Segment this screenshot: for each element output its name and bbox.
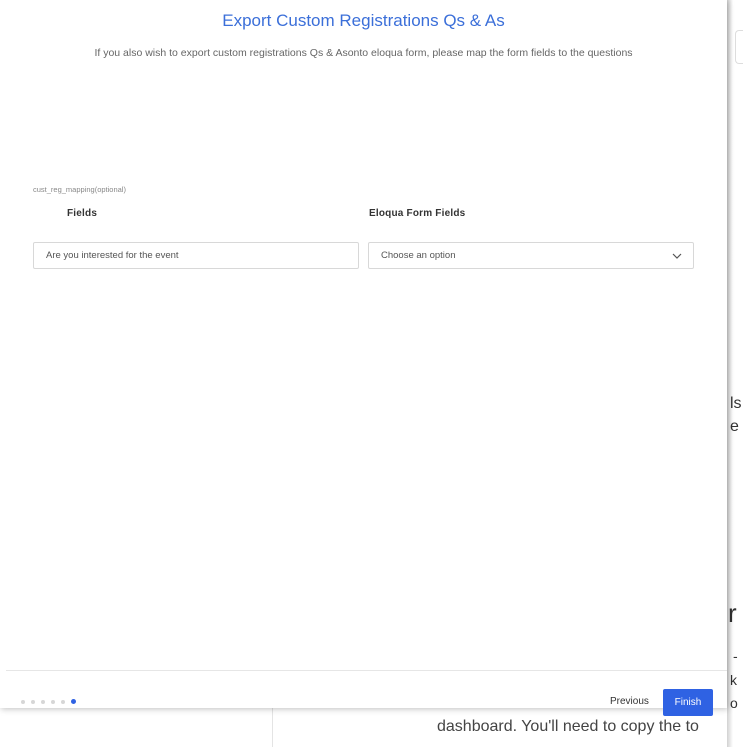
footer-divider xyxy=(6,670,727,671)
background-text-line: dashboard. You'll need to copy the to xyxy=(437,718,699,735)
step-dot xyxy=(31,699,35,704)
step-indicator xyxy=(21,699,76,704)
previous-button[interactable]: Previous xyxy=(603,690,656,714)
select-value: Choose an option xyxy=(381,250,456,261)
modal-subtitle: If you also wish to export custom regist… xyxy=(94,47,633,59)
step-dot-active xyxy=(71,699,76,704)
modal-shadow xyxy=(727,0,743,747)
export-modal: Export Custom Registrations Qs & As If y… xyxy=(0,0,727,716)
eloqua-field-select[interactable]: Choose an option xyxy=(368,242,694,269)
question-field-input[interactable] xyxy=(33,242,359,269)
step-dot xyxy=(41,699,45,704)
step-dot xyxy=(51,699,55,704)
background-divider xyxy=(272,708,273,747)
eloqua-fields-column-header: Eloqua Form Fields xyxy=(369,208,466,219)
mapping-field-label: cust_reg_mapping(optional) xyxy=(33,185,126,194)
chevron-down-icon xyxy=(671,250,683,262)
finish-button[interactable]: Finish xyxy=(663,689,713,716)
modal-title: Export Custom Registrations Qs & As xyxy=(222,11,505,30)
fields-column-header: Fields xyxy=(67,208,98,219)
step-dot xyxy=(21,699,25,704)
step-dot xyxy=(61,699,65,704)
